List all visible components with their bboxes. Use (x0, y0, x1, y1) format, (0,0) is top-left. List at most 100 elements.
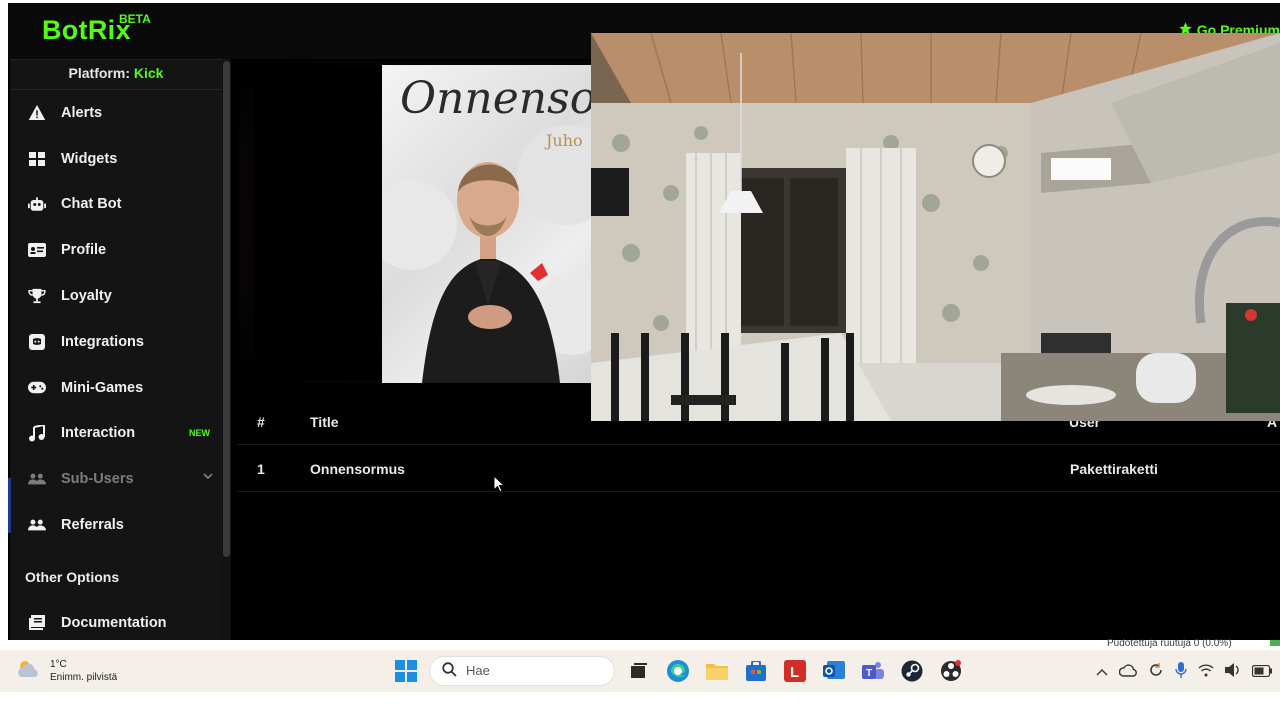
mail-icon (822, 660, 845, 679)
column-header-title: Title (310, 414, 339, 430)
gamepad-icon (28, 379, 46, 397)
brand-logo[interactable]: BotRix (42, 15, 131, 46)
document-icon (28, 614, 46, 632)
steam-icon (901, 660, 922, 681)
task-view-button[interactable] (623, 655, 654, 686)
obs-icon (940, 659, 961, 681)
sidebar-item-profile[interactable]: Profile (10, 227, 222, 273)
obs-app[interactable] (935, 655, 966, 686)
sidebar-item-documentation[interactable]: Documentation (10, 600, 222, 640)
cloud-sync-icon[interactable] (1118, 663, 1137, 682)
robot-icon (28, 195, 46, 213)
task-view-icon (630, 662, 647, 678)
album-cover-title: Onnensor (400, 73, 594, 124)
users-icon (28, 470, 46, 488)
grid-icon (28, 150, 46, 168)
sidebar-item-alerts[interactable]: Alerts (10, 90, 222, 136)
sidebar-item-label: Widgets (61, 150, 118, 167)
teams-icon: T (861, 661, 884, 679)
sidebar-item-sub-users[interactable]: Sub-Users (10, 456, 222, 502)
platform-value: Kick (133, 65, 164, 81)
id-card-icon (28, 241, 46, 259)
sidebar-item-mini-games[interactable]: Mini-Games (10, 365, 222, 411)
search-icon (442, 661, 457, 680)
weather-widget[interactable]: 1°C Enimm. pilvistä (16, 658, 117, 684)
row-user: Pakettiraketti (1070, 461, 1158, 477)
other-options-heading: Other Options (25, 568, 120, 585)
system-tray (1096, 662, 1272, 683)
sidebar-item-widgets[interactable]: Widgets (10, 136, 222, 182)
platform-indicator: Platform: Kick (10, 60, 222, 90)
volume-icon[interactable] (1225, 663, 1241, 682)
sidebar-item-label: Profile (61, 242, 107, 259)
beta-badge: BETA (119, 12, 151, 26)
sidebar-item-label: Loyalty (61, 288, 112, 305)
row-index: 1 (257, 461, 265, 477)
row-title: Onnensormus (310, 461, 405, 477)
sidebar-item-integrations[interactable]: Integrations (10, 319, 222, 365)
new-badge: NEW (189, 427, 210, 438)
chevron-down-icon[interactable] (202, 470, 214, 486)
column-header-index: # (257, 414, 265, 430)
wifi-icon[interactable] (1198, 663, 1214, 682)
svg-text:T: T (866, 668, 872, 679)
scrollbar-thumb[interactable] (223, 61, 230, 557)
sidebar-item-label: Sub-Users (61, 471, 134, 488)
windows-icon (394, 659, 417, 682)
sidebar-active-accent (8, 478, 11, 533)
status-indicator (1270, 640, 1280, 646)
microphone-icon[interactable] (1175, 662, 1187, 683)
users-icon (28, 516, 46, 534)
l-app-icon: L (783, 659, 806, 682)
taskbar-search[interactable]: Hae (429, 655, 615, 686)
outlook-app[interactable] (818, 655, 849, 686)
webcam-overlay (591, 33, 1280, 421)
sidebar-item-label: Referrals (61, 517, 124, 534)
teams-app[interactable]: T (857, 655, 888, 686)
weather-condition: Enimm. pilvistä (50, 672, 118, 683)
sidebar-item-chat-bot[interactable]: Chat Bot (10, 182, 222, 228)
trophy-icon (28, 287, 46, 305)
table-row[interactable]: 1 Onnensormus Pakettiraketti (237, 446, 1280, 492)
search-placeholder: Hae (466, 663, 490, 678)
svg-text:L: L (790, 664, 799, 681)
player-black-area (254, 65, 384, 380)
album-cover-subtitle: Juho (546, 131, 583, 150)
start-button[interactable] (390, 655, 421, 686)
lastpass-app[interactable]: L (779, 655, 810, 686)
dropped-frames-status: Pudotettuja ruutuja 0 (0.0%) (1107, 638, 1232, 649)
file-explorer-app[interactable] (701, 655, 732, 686)
screen: BotRix BETA Go Premium Platform: Kick Al… (0, 0, 1280, 720)
chevron-up-icon[interactable] (1096, 664, 1108, 682)
cloud-sun-icon (16, 659, 42, 684)
webcam-kitchen-scene (591, 33, 1280, 421)
discord-icon (28, 333, 46, 351)
sidebar: Platform: Kick Alerts Widgets Chat Bot P… (10, 59, 222, 640)
sidebar-item-label: Documentation (61, 614, 167, 631)
sidebar-item-label: Interaction (61, 425, 136, 442)
steam-app[interactable] (896, 655, 927, 686)
warning-icon (28, 104, 46, 122)
edge-icon (666, 659, 689, 682)
store-icon (745, 660, 766, 681)
album-cover: Onnensor Juho (382, 65, 594, 383)
windows-taskbar: 1°C Enimm. pilvistä Hae L T (0, 650, 1280, 692)
sidebar-item-label: Integrations (61, 333, 144, 350)
sidebar-item-label: Chat Bot (61, 196, 122, 213)
update-icon[interactable] (1148, 662, 1164, 683)
folder-icon (705, 663, 728, 680)
sidebar-item-label: Alerts (61, 104, 103, 121)
weather-text: 1°C Enimm. pilvistä (50, 658, 117, 684)
sidebar-item-interaction[interactable]: Interaction NEW (10, 411, 222, 457)
temperature: 1°C (50, 659, 67, 670)
sidebar-item-label: Mini-Games (61, 379, 144, 396)
sidebar-item-loyalty[interactable]: Loyalty (10, 273, 222, 319)
battery-icon[interactable] (1251, 664, 1272, 682)
music-icon (28, 424, 46, 442)
mouse-cursor-icon (493, 474, 506, 498)
sidebar-item-referrals[interactable]: Referrals (10, 502, 222, 548)
platform-label: Platform: (68, 65, 130, 81)
sidebar-scrollbar[interactable] (222, 59, 231, 640)
store-app[interactable] (740, 655, 771, 686)
edge-app[interactable] (662, 655, 693, 686)
